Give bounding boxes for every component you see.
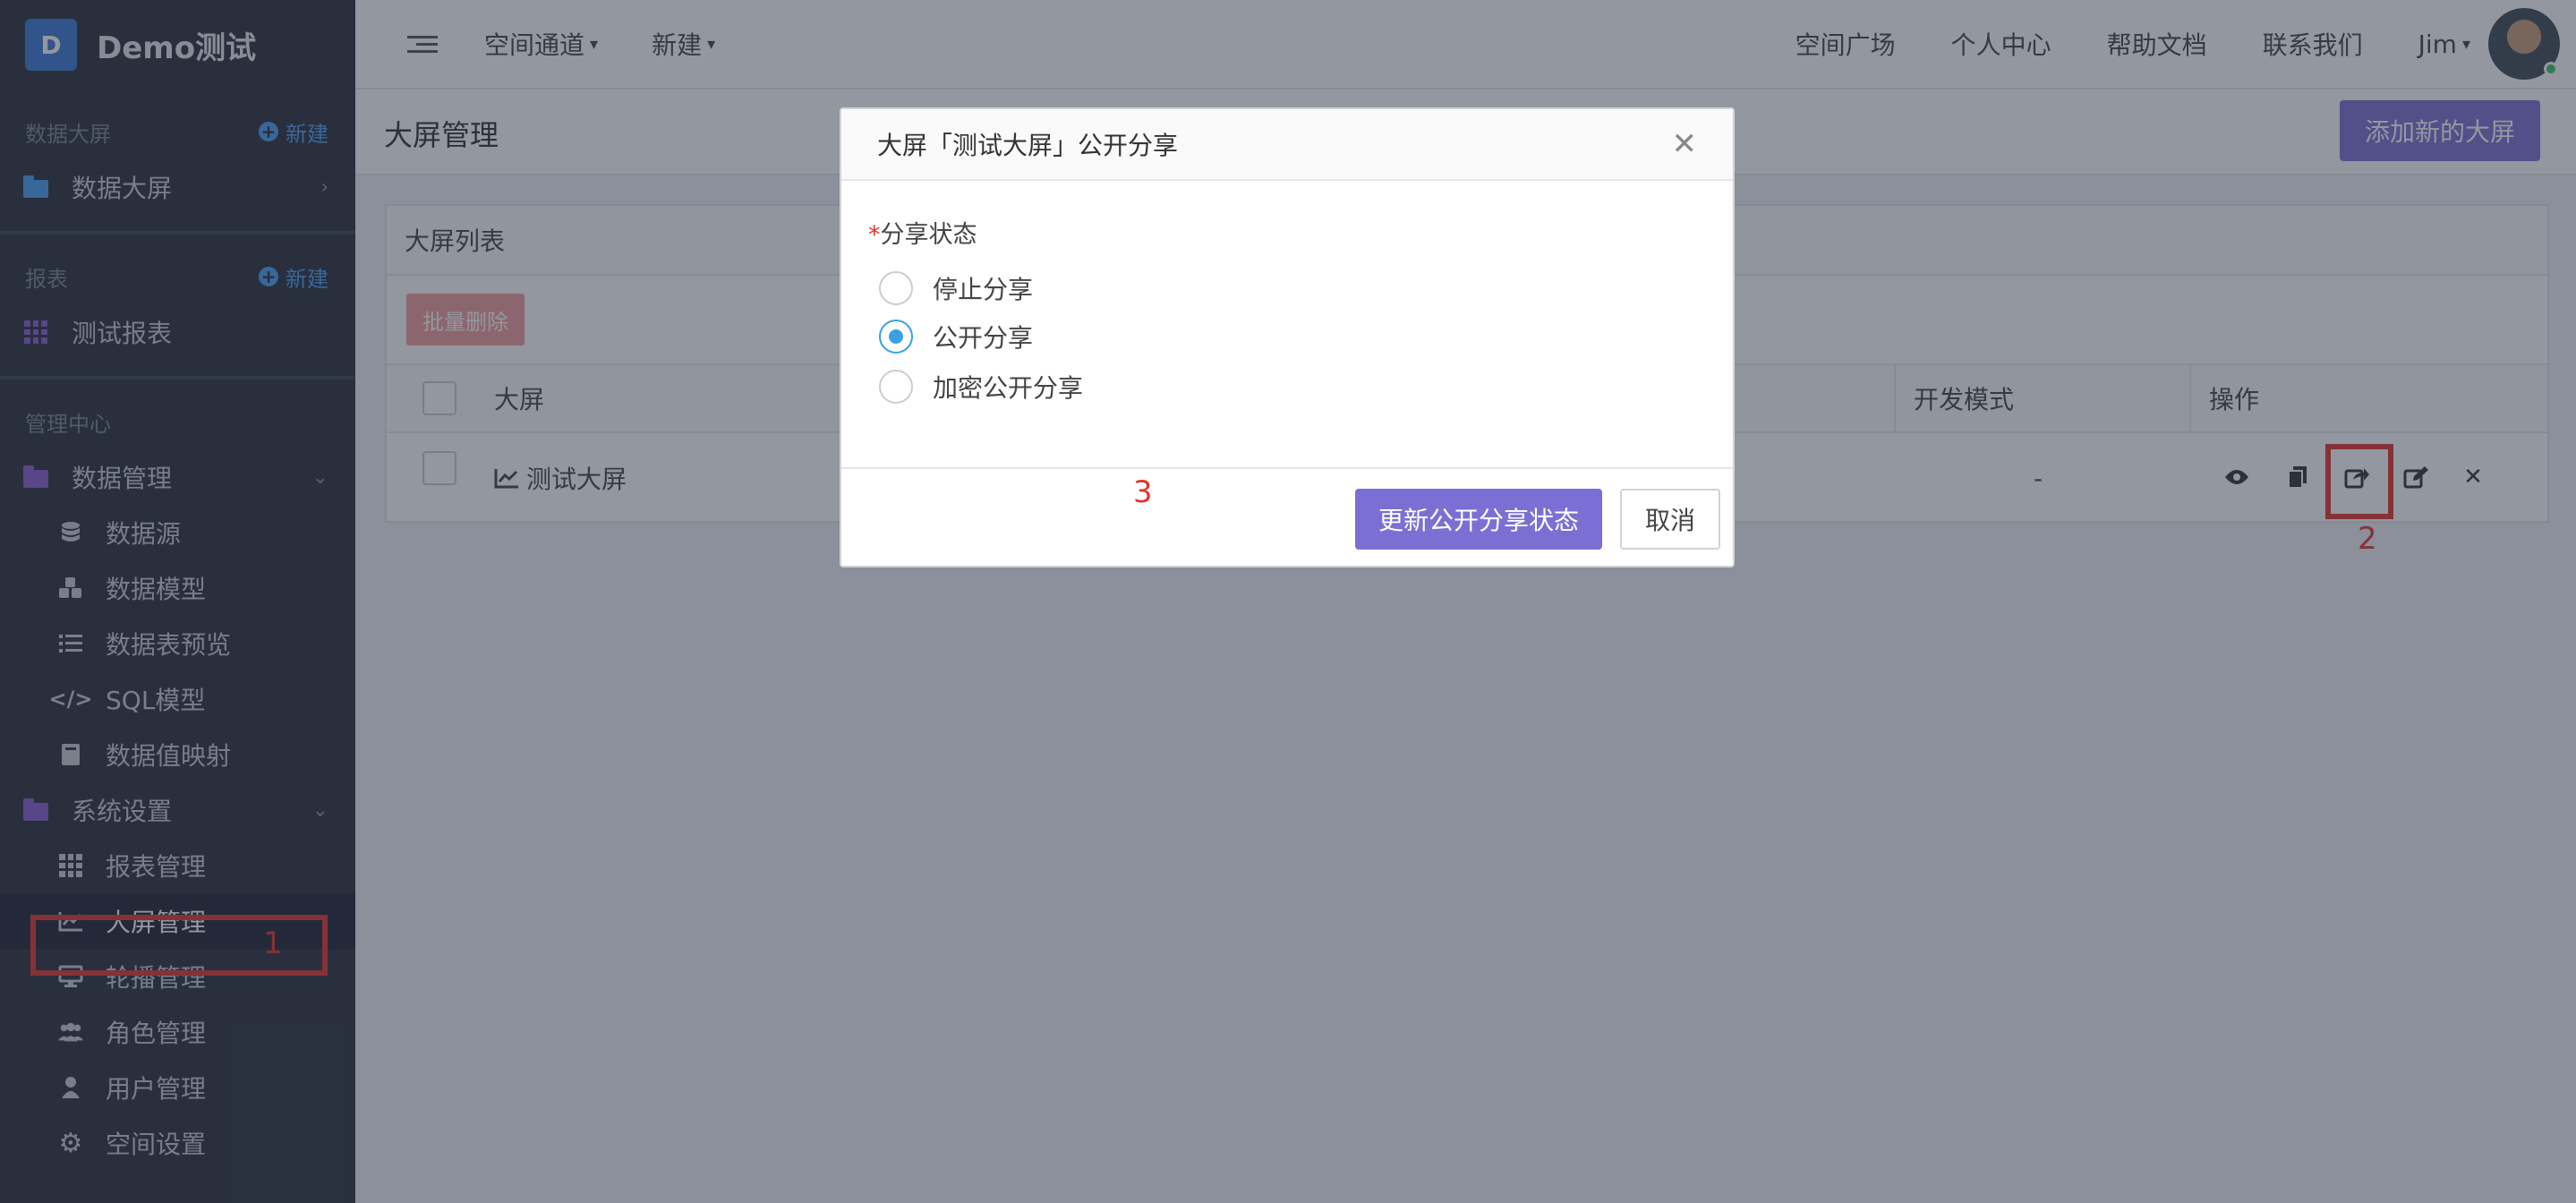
radio-button-checked[interactable] [879,320,913,354]
radio-button[interactable] [879,370,913,404]
required-mark: * [868,221,881,249]
share-status-label: *分享状态 [868,215,977,250]
radio-public-share[interactable]: 公开分享 [879,319,1033,354]
cancel-button[interactable]: 取消 [1620,489,1721,550]
close-icon[interactable]: ✕ [1672,129,1698,159]
field-label-text: 分享状态 [880,221,977,249]
radio-stop-share[interactable]: 停止分享 [879,270,1033,306]
modal-footer: 3 更新公开分享状态 取消 [841,467,1733,567]
modal-title: 大屏「测试大屏」公开分享 [841,109,1733,181]
radio-label: 公开分享 [933,323,1034,353]
update-share-status-button[interactable]: 更新公开分享状态 [1355,489,1603,550]
radio-encrypted-share[interactable]: 加密公开分享 [879,369,1083,405]
radio-button[interactable] [879,271,913,305]
radio-label: 加密公开分享 [933,373,1084,403]
radio-label: 停止分享 [933,275,1034,304]
share-modal: 大屏「测试大屏」公开分享 ✕ *分享状态 停止分享 公开分享 加密公开分享 3 … [840,107,1735,567]
annotation-number: 3 [1133,474,1153,510]
